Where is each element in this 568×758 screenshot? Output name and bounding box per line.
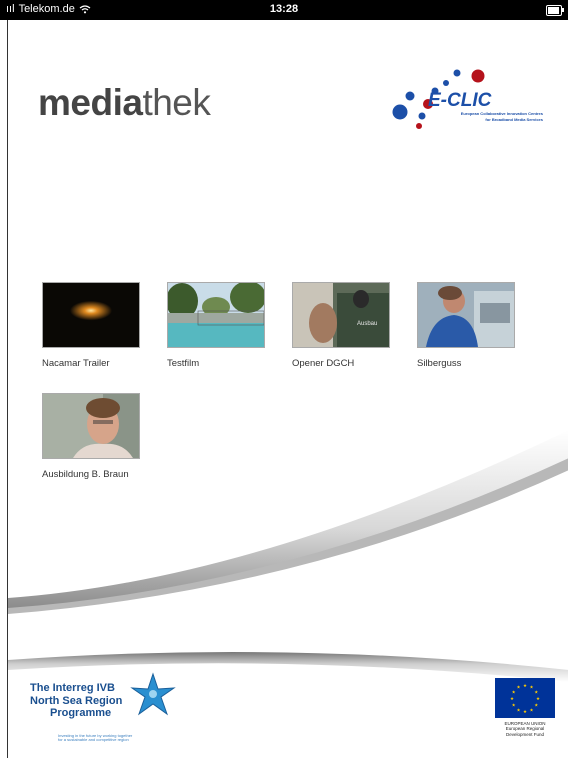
svg-text:★: ★	[534, 703, 538, 709]
svg-text:★: ★	[516, 685, 520, 691]
thumbnail-caption: Ausbau	[357, 321, 377, 327]
video-title: Testfilm	[167, 358, 200, 369]
video-thumbnail[interactable]	[42, 282, 140, 348]
brand-light: thek	[142, 82, 211, 123]
svg-text:★: ★	[516, 707, 520, 713]
svg-text:★: ★	[512, 703, 516, 709]
video-tile-testfilm[interactable]: Testfilm	[167, 282, 265, 369]
svg-text:★: ★	[534, 690, 538, 696]
video-title: Opener DGCH	[292, 358, 355, 369]
eu-logo: ★ ★ ★ ★ ★ ★ ★ ★ ★ ★ ★ ★ EUROPEAN UNION E…	[493, 678, 557, 737]
video-tile-silberguss[interactable]: Silberguss	[417, 282, 515, 369]
svg-text:★: ★	[512, 690, 516, 696]
interreg-logo: The Interreg IVB North Sea Region Progra…	[30, 672, 180, 742]
svg-text:★: ★	[529, 707, 533, 713]
interreg-line-2: North Sea Region	[30, 694, 123, 707]
video-thumbnail[interactable]: Ausbau	[292, 282, 390, 348]
video-thumbnail[interactable]	[167, 282, 265, 348]
status-time: 13:28	[269, 3, 299, 15]
eu-caption: EUROPEAN UNION European Regional Develop…	[493, 721, 557, 737]
interreg-slogan-2: for a sustainable and competitive region	[58, 737, 129, 743]
svg-text:★: ★	[510, 696, 514, 702]
video-title: Silberguss	[417, 358, 462, 369]
interreg-line-1: The Interreg IVB	[30, 682, 115, 694]
video-tile-nacamar-trailer[interactable]: Nacamar Trailer	[42, 282, 140, 369]
status-bar: ııl Telekom.de 13:28	[0, 0, 568, 20]
starfish-icon	[130, 672, 176, 716]
battery-icon	[546, 5, 564, 16]
video-title: Nacamar Trailer	[42, 358, 110, 369]
app-screen: mediathek E-CLIC European Collaborative …	[7, 20, 568, 758]
brand-bold: media	[38, 82, 143, 123]
svg-text:★: ★	[529, 685, 533, 691]
svg-text:★: ★	[523, 683, 527, 689]
eu-line-3: Development Fund	[505, 731, 545, 737]
svg-text:★: ★	[536, 696, 540, 702]
interreg-title: The Interreg IVB North Sea Region Progra…	[30, 682, 122, 720]
video-tile-opener-dgch[interactable]: Ausbau Opener DGCH	[292, 282, 390, 369]
eclic-tagline-1: European Collaborative Innovation Centre…	[461, 111, 544, 116]
interreg-line-3: Programme	[50, 707, 112, 720]
interreg-slogan: Investing in the future by working toget…	[58, 733, 132, 743]
decorative-swoosh	[8, 430, 568, 682]
eclic-tagline-2: for Broadband Media Services	[485, 117, 543, 122]
eu-flag-icon: ★ ★ ★ ★ ★ ★ ★ ★ ★ ★ ★ ★	[495, 678, 555, 718]
video-thumbnail[interactable]	[417, 282, 515, 348]
eclic-logo: E-CLIC European Collaborative Innovation…	[392, 69, 544, 129]
app-brand-logo: mediathek	[38, 82, 211, 124]
svg-text:★: ★	[523, 709, 527, 715]
eclic-wordmark: E-CLIC	[428, 90, 492, 111]
